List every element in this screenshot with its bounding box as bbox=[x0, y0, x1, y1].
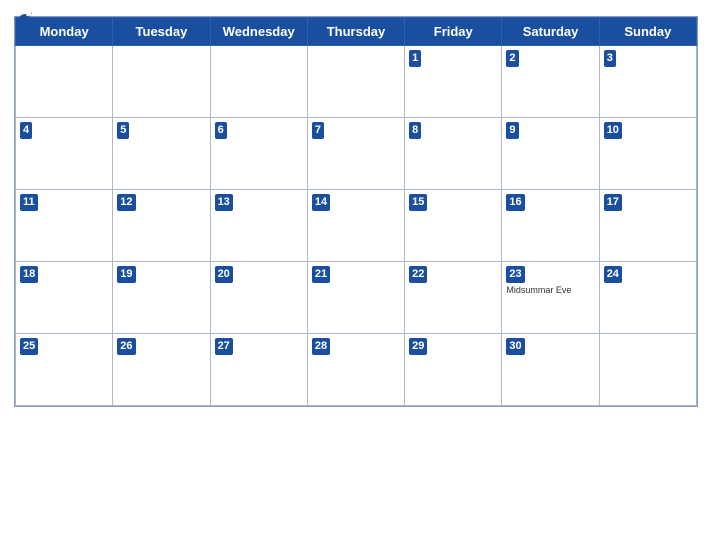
calendar-table: MondayTuesdayWednesdayThursdayFridaySatu… bbox=[15, 17, 697, 406]
calendar-cell: 29 bbox=[405, 334, 502, 406]
date-number: 5 bbox=[117, 122, 129, 139]
date-number: 17 bbox=[604, 194, 622, 211]
calendar-cell: 10 bbox=[599, 118, 696, 190]
date-number: 14 bbox=[312, 194, 330, 211]
day-header-tuesday: Tuesday bbox=[113, 18, 210, 46]
calendar-cell: 20 bbox=[210, 262, 307, 334]
calendar-cell: 19 bbox=[113, 262, 210, 334]
calendar-cell: 9 bbox=[502, 118, 599, 190]
calendar-cell: 27 bbox=[210, 334, 307, 406]
date-number: 3 bbox=[604, 50, 616, 67]
day-header-sunday: Sunday bbox=[599, 18, 696, 46]
date-number: 21 bbox=[312, 266, 330, 283]
date-number: 11 bbox=[20, 194, 38, 211]
calendar-cell: 24 bbox=[599, 262, 696, 334]
calendar-cell: 21 bbox=[307, 262, 404, 334]
day-header-saturday: Saturday bbox=[502, 18, 599, 46]
calendar-cell: 1 bbox=[405, 46, 502, 118]
date-number: 6 bbox=[215, 122, 227, 139]
calendar-cell: 26 bbox=[113, 334, 210, 406]
date-number: 29 bbox=[409, 338, 427, 355]
calendar-cell: 16 bbox=[502, 190, 599, 262]
week-row-5: 25 26 27 28 29 30 bbox=[16, 334, 697, 406]
calendar-cell: 15 bbox=[405, 190, 502, 262]
calendar-cell bbox=[307, 46, 404, 118]
date-number: 18 bbox=[20, 266, 38, 283]
date-number: 26 bbox=[117, 338, 135, 355]
date-number: 24 bbox=[604, 266, 622, 283]
calendar-cell: 14 bbox=[307, 190, 404, 262]
calendar-page: MondayTuesdayWednesdayThursdayFridaySatu… bbox=[0, 0, 712, 550]
calendar-cell: 4 bbox=[16, 118, 113, 190]
week-row-2: 4 5 6 7 8 9 10 bbox=[16, 118, 697, 190]
calendar-cell: 11 bbox=[16, 190, 113, 262]
date-number: 30 bbox=[506, 338, 524, 355]
calendar-cell: 25 bbox=[16, 334, 113, 406]
calendar-cell bbox=[113, 46, 210, 118]
date-number: 4 bbox=[20, 122, 32, 139]
calendar-cell: 13 bbox=[210, 190, 307, 262]
calendar-cell: 7 bbox=[307, 118, 404, 190]
calendar-cell: 3 bbox=[599, 46, 696, 118]
date-number: 19 bbox=[117, 266, 135, 283]
calendar-cell: 28 bbox=[307, 334, 404, 406]
day-header-thursday: Thursday bbox=[307, 18, 404, 46]
date-number: 9 bbox=[506, 122, 518, 139]
calendar-cell: 30 bbox=[502, 334, 599, 406]
calendar-wrapper: MondayTuesdayWednesdayThursdayFridaySatu… bbox=[14, 16, 698, 407]
logo-blue-text bbox=[14, 10, 34, 24]
date-number: 23 bbox=[506, 266, 524, 283]
day-header-friday: Friday bbox=[405, 18, 502, 46]
event-label: Midsummar Eve bbox=[506, 285, 594, 297]
date-number: 12 bbox=[117, 194, 135, 211]
week-row-1: 1 2 3 bbox=[16, 46, 697, 118]
date-number: 27 bbox=[215, 338, 233, 355]
calendar-cell bbox=[210, 46, 307, 118]
date-number: 15 bbox=[409, 194, 427, 211]
date-number: 28 bbox=[312, 338, 330, 355]
calendar-cell bbox=[599, 334, 696, 406]
calendar-cell: 2 bbox=[502, 46, 599, 118]
calendar-cell: 22 bbox=[405, 262, 502, 334]
date-number: 16 bbox=[506, 194, 524, 211]
calendar-cell: 23 Midsummar Eve bbox=[502, 262, 599, 334]
day-header-wednesday: Wednesday bbox=[210, 18, 307, 46]
week-row-3: 11 12 13 14 15 16 17 bbox=[16, 190, 697, 262]
date-number: 8 bbox=[409, 122, 421, 139]
calendar-cell: 12 bbox=[113, 190, 210, 262]
calendar-cell: 17 bbox=[599, 190, 696, 262]
date-number: 10 bbox=[604, 122, 622, 139]
calendar-cell: 6 bbox=[210, 118, 307, 190]
logo-bird-icon bbox=[16, 10, 34, 24]
date-number: 2 bbox=[506, 50, 518, 67]
week-row-4: 18 19 20 21 22 23 Midsummar Eve 24 bbox=[16, 262, 697, 334]
date-number: 1 bbox=[409, 50, 421, 67]
calendar-cell: 5 bbox=[113, 118, 210, 190]
calendar-cell: 8 bbox=[405, 118, 502, 190]
logo bbox=[14, 10, 34, 24]
day-headers-row: MondayTuesdayWednesdayThursdayFridaySatu… bbox=[16, 18, 697, 46]
date-number: 7 bbox=[312, 122, 324, 139]
date-number: 20 bbox=[215, 266, 233, 283]
date-number: 25 bbox=[20, 338, 38, 355]
date-number: 22 bbox=[409, 266, 427, 283]
calendar-cell bbox=[16, 46, 113, 118]
calendar-cell: 18 bbox=[16, 262, 113, 334]
date-number: 13 bbox=[215, 194, 233, 211]
